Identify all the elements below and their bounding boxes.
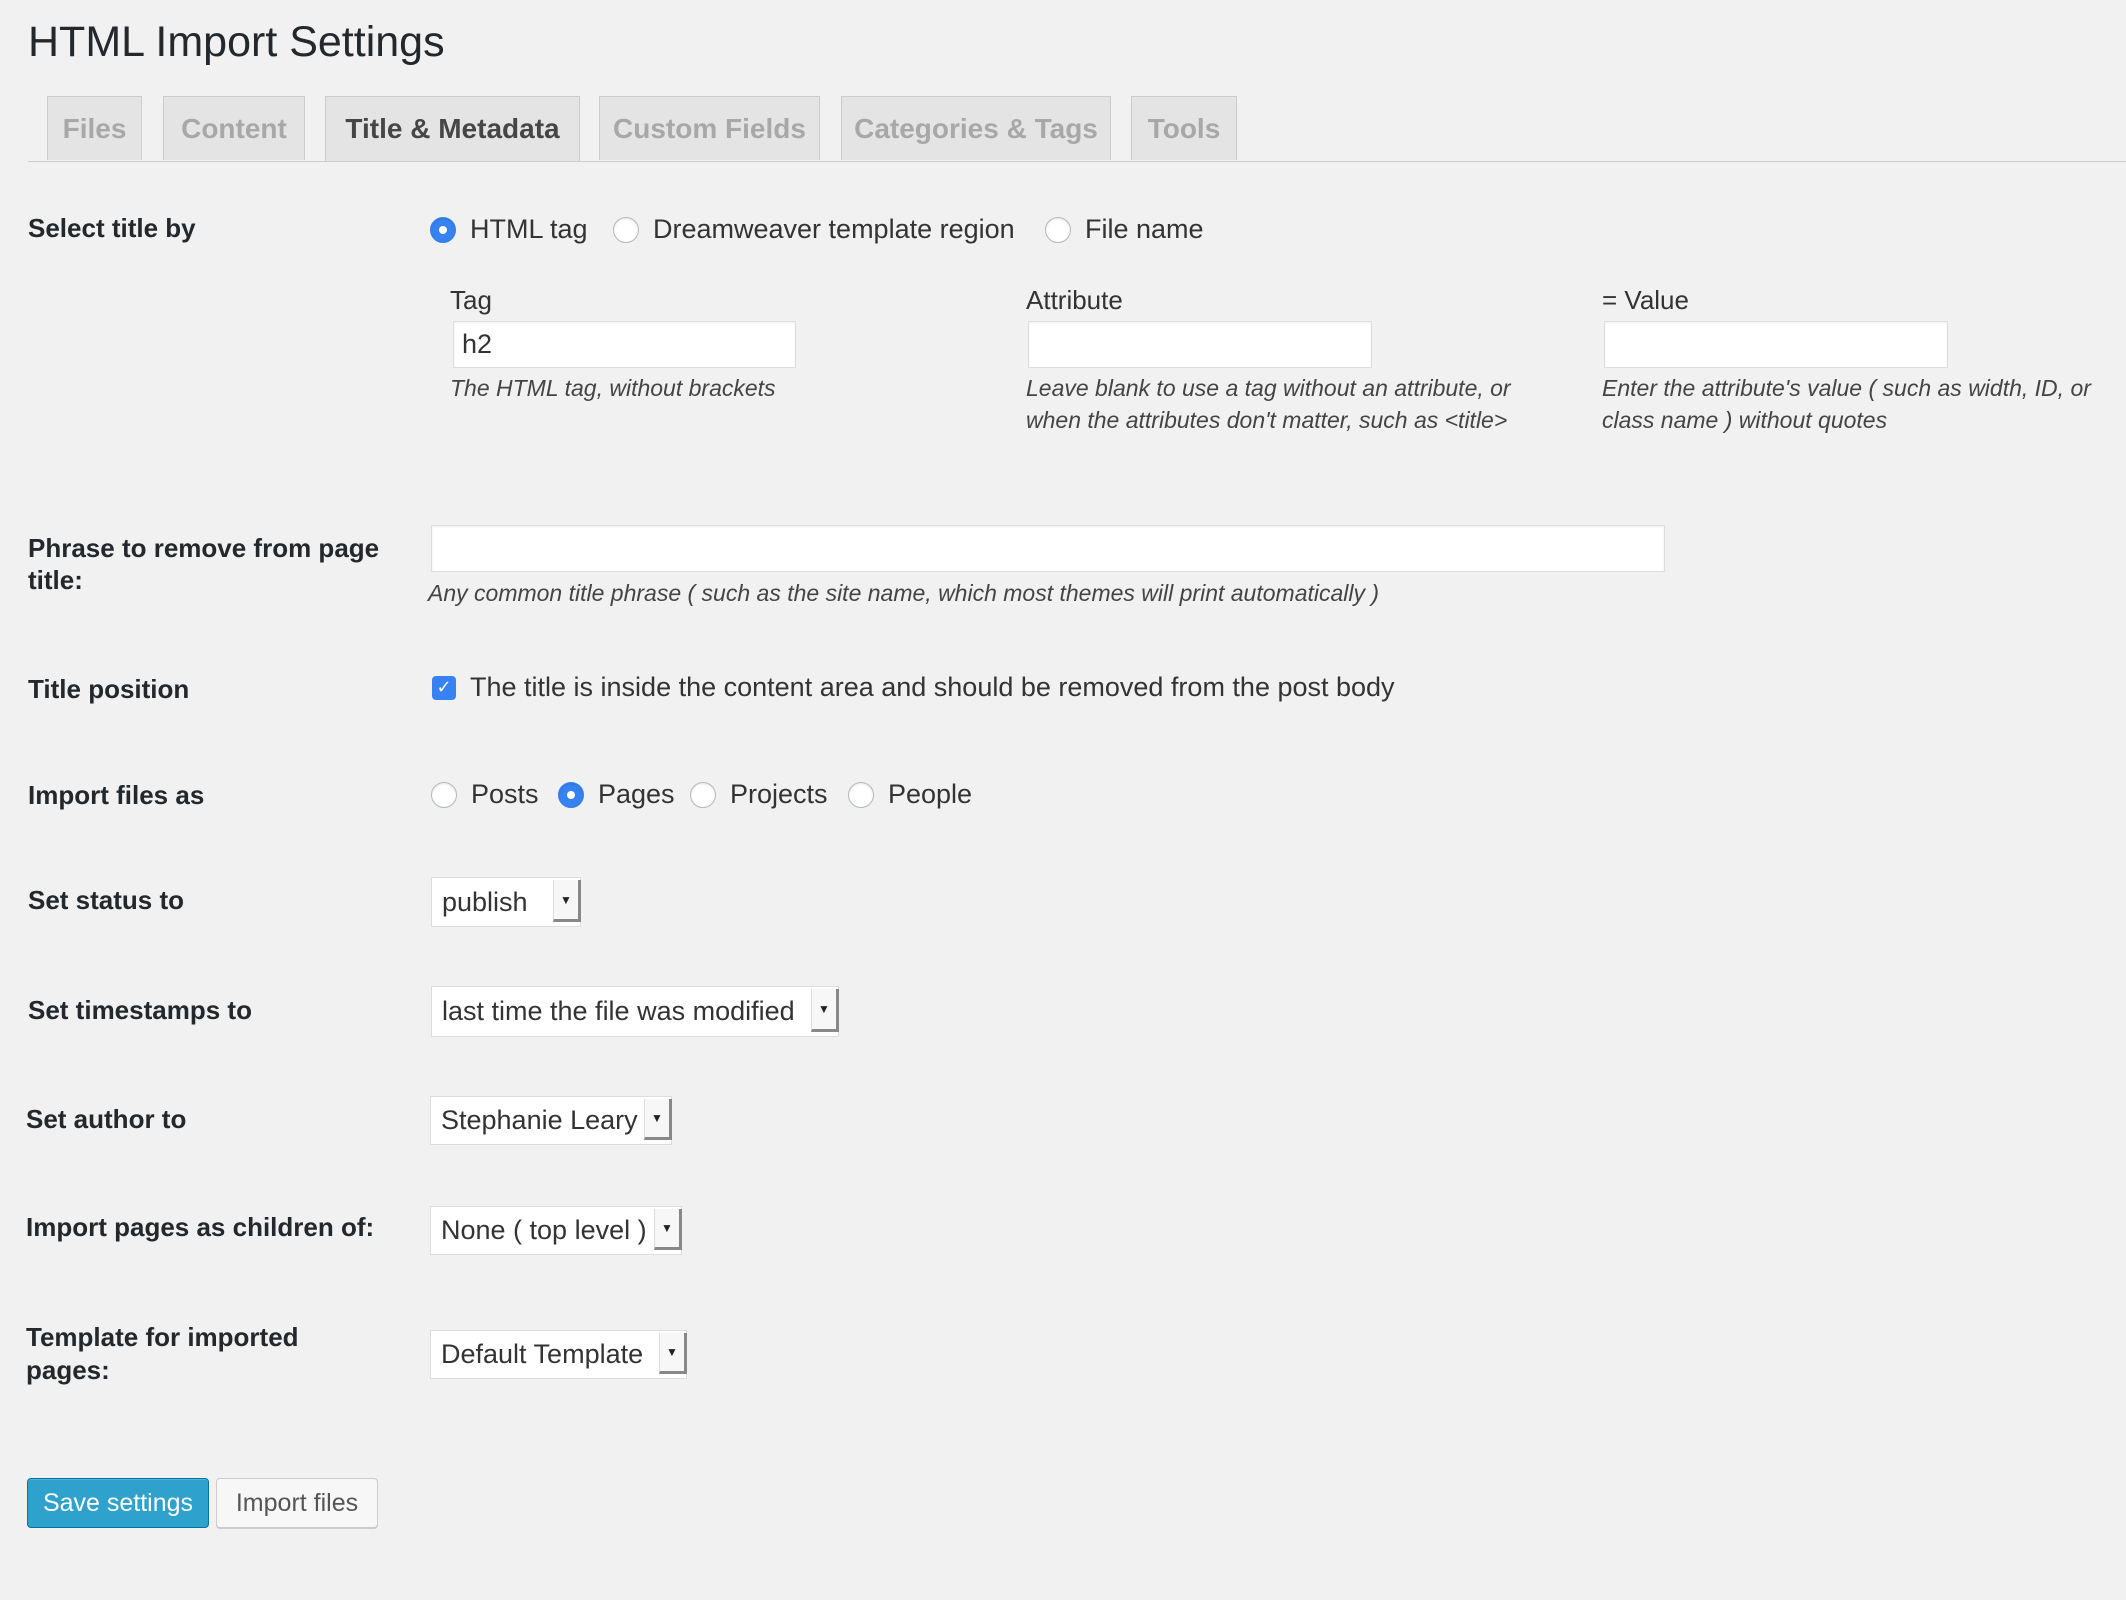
radio-unselected-icon[interactable] [431, 781, 457, 808]
radio-posts[interactable]: Posts [431, 779, 539, 810]
author-value: Stephanie Leary [441, 1105, 638, 1135]
timestamps-value: last time the file was modified [442, 996, 795, 1026]
attribute-help-line1: Leave blank to use a tag without an attr… [1026, 375, 1511, 401]
radio-html-tag[interactable]: HTML tag [430, 214, 588, 245]
radio-label: Dreamweaver template region [653, 214, 1015, 244]
radio-dreamweaver-region[interactable]: Dreamweaver template region [613, 214, 1015, 245]
status-label: Set status to [28, 885, 185, 915]
chevron-down-icon[interactable]: ▼ [654, 1209, 682, 1250]
author-select[interactable]: Stephanie Leary ▼ [430, 1096, 672, 1145]
tab-tools[interactable]: Tools [1131, 96, 1237, 160]
attribute-label: Attribute [1026, 285, 1123, 315]
timestamps-select[interactable]: last time the file was modified ▼ [431, 986, 839, 1037]
title-position-label: Title position [28, 674, 190, 704]
checkbox-label: The title is inside the content area and… [470, 672, 1395, 702]
radio-label: File name [1085, 214, 1204, 244]
timestamps-label: Set timestamps to [28, 995, 252, 1025]
checkbox-checked-icon[interactable]: ✓ [432, 675, 456, 700]
template-value: Default Template [441, 1339, 644, 1369]
import-as-label: Import files as [28, 780, 205, 810]
tab-content[interactable]: Content [163, 96, 305, 160]
chevron-down-icon[interactable]: ▼ [644, 1099, 672, 1140]
radio-label: Pages [598, 779, 675, 809]
radio-selected-icon[interactable] [430, 216, 456, 243]
import-files-button[interactable]: Import files [216, 1478, 378, 1528]
author-label: Set author to [26, 1104, 187, 1134]
tag-label: Tag [450, 285, 492, 315]
parent-select[interactable]: None ( top level ) ▼ [430, 1206, 682, 1255]
radio-label: HTML tag [470, 214, 588, 244]
radio-unselected-icon[interactable] [848, 781, 874, 808]
radio-pages[interactable]: Pages [558, 779, 675, 810]
value-help-line1: Enter the attribute's value ( such as wi… [1602, 375, 2091, 401]
status-select[interactable]: publish ▼ [431, 877, 581, 927]
phrase-remove-input[interactable] [431, 525, 1665, 572]
select-title-by-label: Select title by [28, 213, 196, 243]
status-value: publish [442, 886, 528, 917]
radio-unselected-icon[interactable] [690, 781, 716, 808]
radio-label: Posts [471, 779, 539, 809]
template-label-line2: pages: [26, 1355, 110, 1385]
save-settings-button[interactable]: Save settings [27, 1478, 209, 1528]
phrase-remove-label-line2: title: [28, 565, 83, 595]
tab-custom-fields[interactable]: Custom Fields [599, 96, 820, 160]
radio-unselected-icon[interactable] [613, 216, 639, 243]
value-help-line2: class name ) without quotes [1602, 407, 1888, 433]
chevron-down-icon[interactable]: ▼ [811, 989, 839, 1032]
value-input[interactable] [1604, 321, 1948, 368]
tab-files[interactable]: Files [47, 96, 142, 160]
chevron-down-icon[interactable]: ▼ [659, 1333, 687, 1374]
radio-people[interactable]: People [848, 779, 972, 810]
tab-title-metadata[interactable]: Title & Metadata [325, 96, 580, 162]
title-position-checkbox[interactable]: ✓ The title is inside the content area a… [432, 672, 1395, 703]
parent-value: None ( top level ) [441, 1215, 647, 1245]
tabs-divider [28, 161, 2126, 162]
phrase-remove-help: Any common title phrase ( such as the si… [428, 580, 1380, 606]
attribute-input[interactable] [1028, 321, 1372, 368]
phrase-remove-label-line1: Phrase to remove from page [28, 533, 380, 563]
tab-categories-tags[interactable]: Categories & Tags [841, 96, 1111, 160]
page-title: HTML Import Settings [28, 18, 445, 66]
attribute-help-line2: when the attributes don't matter, such a… [1026, 407, 1508, 433]
tag-input[interactable] [453, 321, 796, 368]
radio-file-name[interactable]: File name [1045, 214, 1204, 245]
radio-projects[interactable]: Projects [690, 779, 828, 810]
tag-help: The HTML tag, without brackets [450, 375, 776, 401]
radio-label: People [888, 779, 973, 809]
chevron-down-icon[interactable]: ▼ [553, 880, 581, 922]
radio-unselected-icon[interactable] [1045, 216, 1071, 243]
template-select[interactable]: Default Template ▼ [430, 1330, 687, 1379]
value-label: = Value [1602, 285, 1689, 315]
template-label-line1: Template for imported [26, 1322, 299, 1352]
radio-selected-icon[interactable] [558, 781, 584, 808]
parent-label: Import pages as children of: [26, 1212, 375, 1242]
radio-label: Projects [730, 779, 828, 809]
